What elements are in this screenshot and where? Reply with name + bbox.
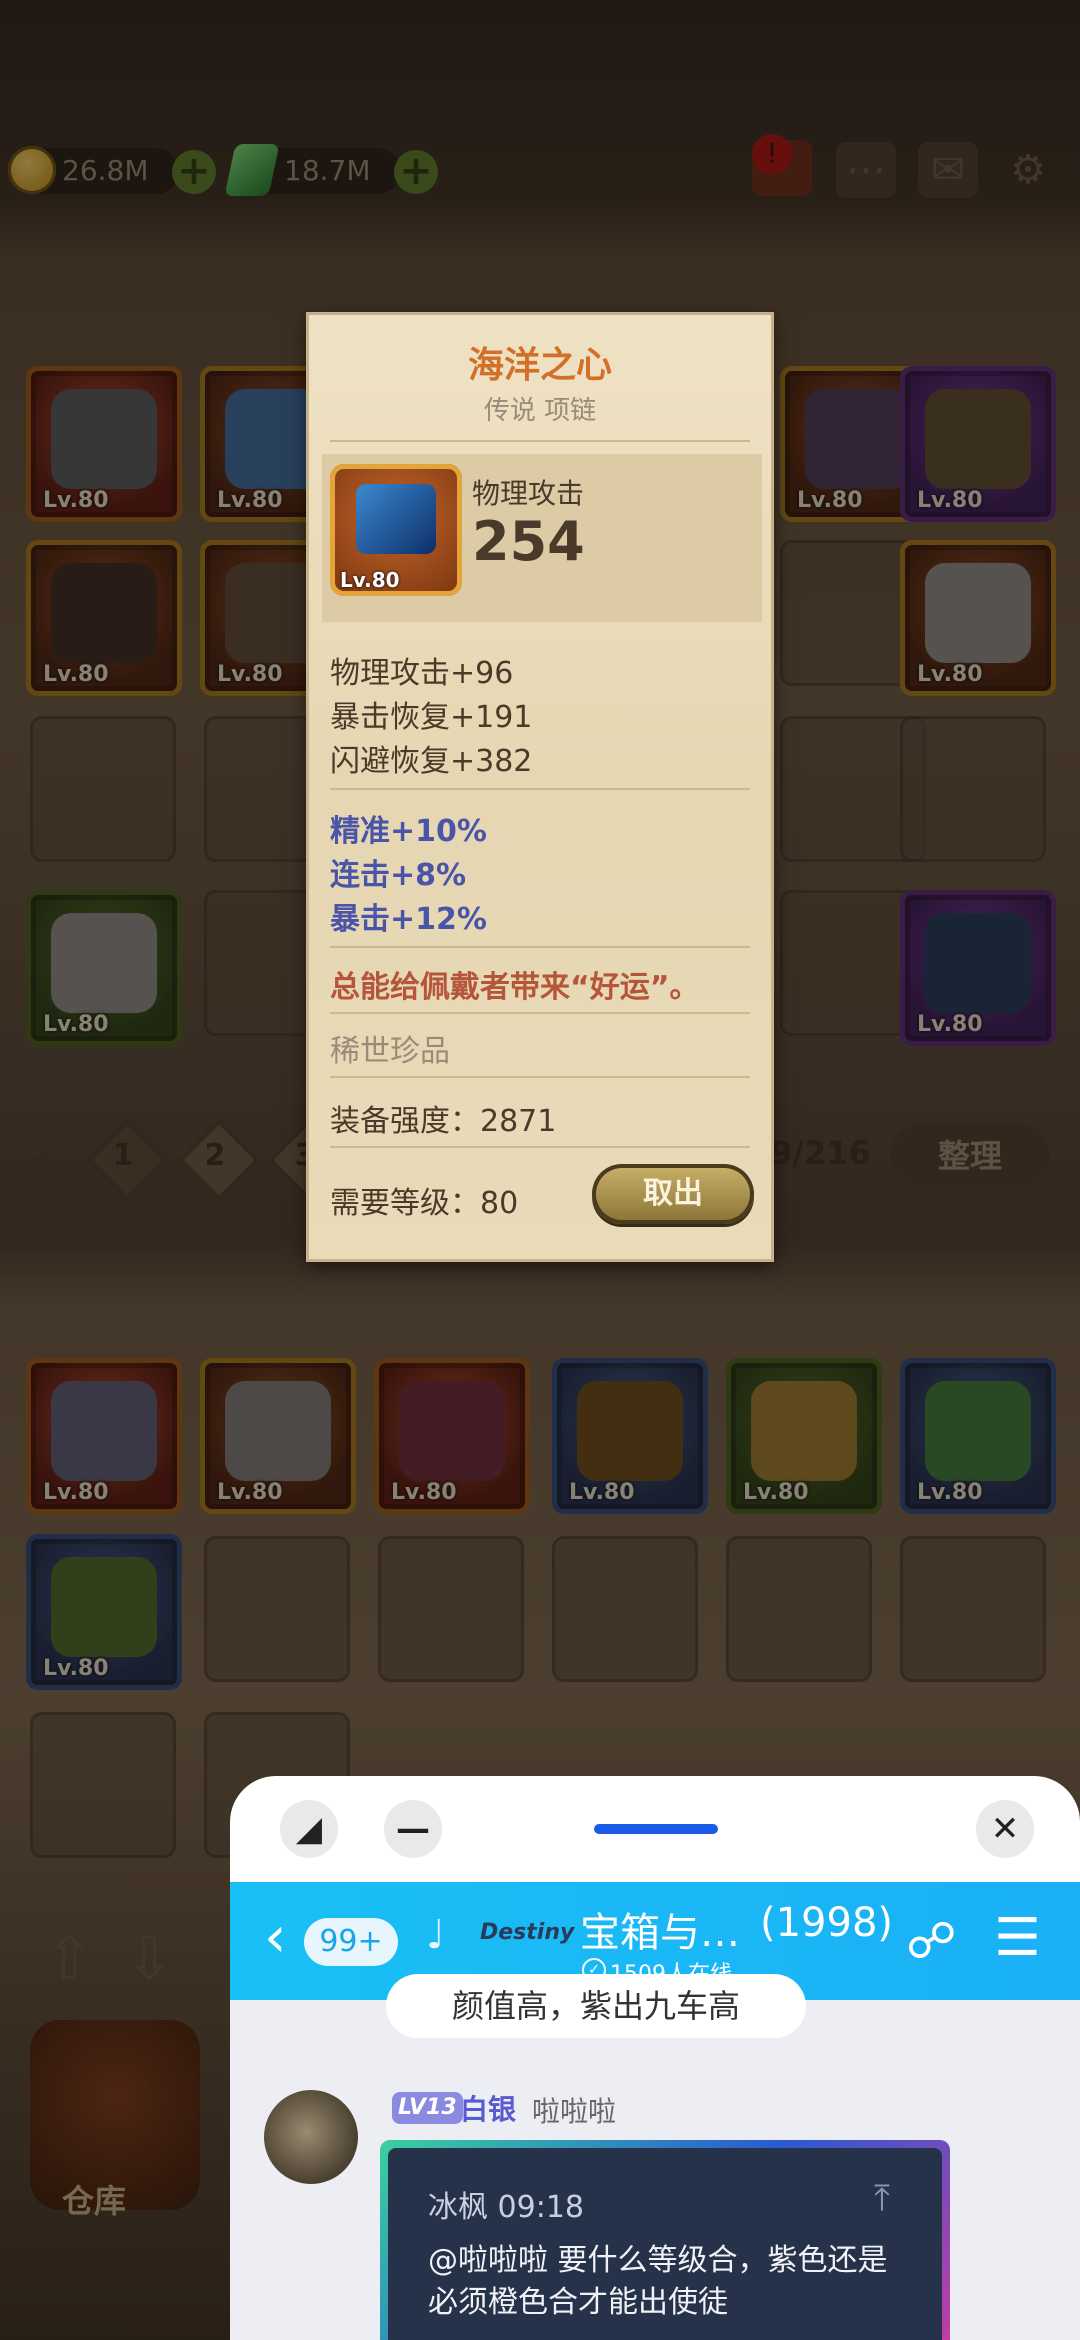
- member-count: (1998): [760, 1900, 894, 1946]
- pin-to-top-icon[interactable]: ⤒: [874, 2178, 890, 2220]
- flavor-text: 总能给佩戴者带来“好运”。: [330, 970, 700, 1005]
- power-rating: 装备强度：2871: [330, 1104, 557, 1139]
- menu-icon[interactable]: ☰: [994, 1908, 1041, 1968]
- divider: [330, 1012, 750, 1014]
- ocean-heart-necklace-icon: [356, 484, 436, 554]
- member-level-badge: LV13: [392, 2092, 463, 2124]
- resize-window-icon[interactable]: ◢: [280, 1800, 338, 1858]
- message-bubble-frame: 冰枫 09:18 ⤒ @啦啦啦 要什么等级合，紫色还是必须橙色合才能出使徒: [380, 2140, 950, 2340]
- bonus-stat-3: 暴击+12%: [330, 902, 487, 937]
- item-tooltip-panel: 海洋之心 传说 项链 Lv.80 物理攻击 254 物理攻击+96 暴击恢复+1…: [306, 312, 774, 1262]
- bonus-stat-2: 连击+8%: [330, 858, 467, 893]
- avatar[interactable]: [264, 2090, 358, 2184]
- main-stat-section: Lv.80 物理攻击 254: [322, 454, 762, 622]
- group-name[interactable]: 宝箱与…: [580, 1900, 740, 1958]
- rarity-note: 稀世珍品: [330, 1034, 450, 1069]
- divider: [330, 440, 750, 442]
- bonus-stat-1: 精准+10%: [330, 814, 487, 849]
- group-logo: Destiny: [480, 1920, 575, 1945]
- take-out-button[interactable]: 取出: [592, 1164, 754, 1224]
- unread-badge[interactable]: 99+: [304, 1918, 398, 1966]
- item-name: 海洋之心: [467, 345, 612, 386]
- minimize-icon[interactable]: —: [384, 1800, 442, 1858]
- base-stat-2: 暴击恢复+191: [330, 700, 533, 735]
- item-icon-frame: Lv.80: [330, 464, 462, 596]
- item-level: Lv.80: [340, 568, 400, 592]
- required-level: 需要等级：80: [330, 1186, 519, 1221]
- floating-chat-window: ◢ — ✕ ‹ 99+ ♩ Destiny 宝箱与… (1998) ✓ 1509…: [230, 1776, 1080, 2340]
- divider: [330, 788, 750, 790]
- drag-handle[interactable]: [594, 1824, 718, 1834]
- previous-message-bubble[interactable]: 颜值高，紫出九车高: [386, 1974, 806, 2038]
- divider: [330, 1076, 750, 1078]
- pin-tag-icon[interactable]: ☍: [906, 1912, 957, 1970]
- main-stat-label: 物理攻击: [472, 477, 585, 510]
- item-subtitle: 传说 项链: [483, 396, 597, 426]
- base-stat-3: 闪避恢复+382: [330, 744, 533, 779]
- message-text: @啦啦啦 要什么等级合，紫色还是必须橙色合才能出使徒: [428, 2243, 888, 2320]
- close-icon[interactable]: ✕: [976, 1800, 1034, 1858]
- ear-mode-icon[interactable]: ♩: [426, 1912, 445, 1958]
- divider: [330, 1146, 750, 1148]
- message-bubble[interactable]: 冰枫 09:18 ⤒ @啦啦啦 要什么等级合，紫色还是必须橙色合才能出使徒: [388, 2148, 942, 2340]
- divider: [330, 946, 750, 948]
- chat-message-area: 颜值高，紫出九车高 LV13 白银 啦啦啦 冰枫 09:18 ⤒ @啦啦啦 要什…: [230, 1974, 1080, 2340]
- member-rank: 白银: [460, 2093, 517, 2126]
- sender-name: 啦啦啦: [532, 2095, 617, 2128]
- quoted-author: 冰枫 09:18: [428, 2190, 584, 2225]
- back-chevron-icon[interactable]: ‹: [264, 1908, 286, 1968]
- base-stat-1: 物理攻击+96: [330, 656, 514, 691]
- main-stat-value: 254: [472, 510, 585, 573]
